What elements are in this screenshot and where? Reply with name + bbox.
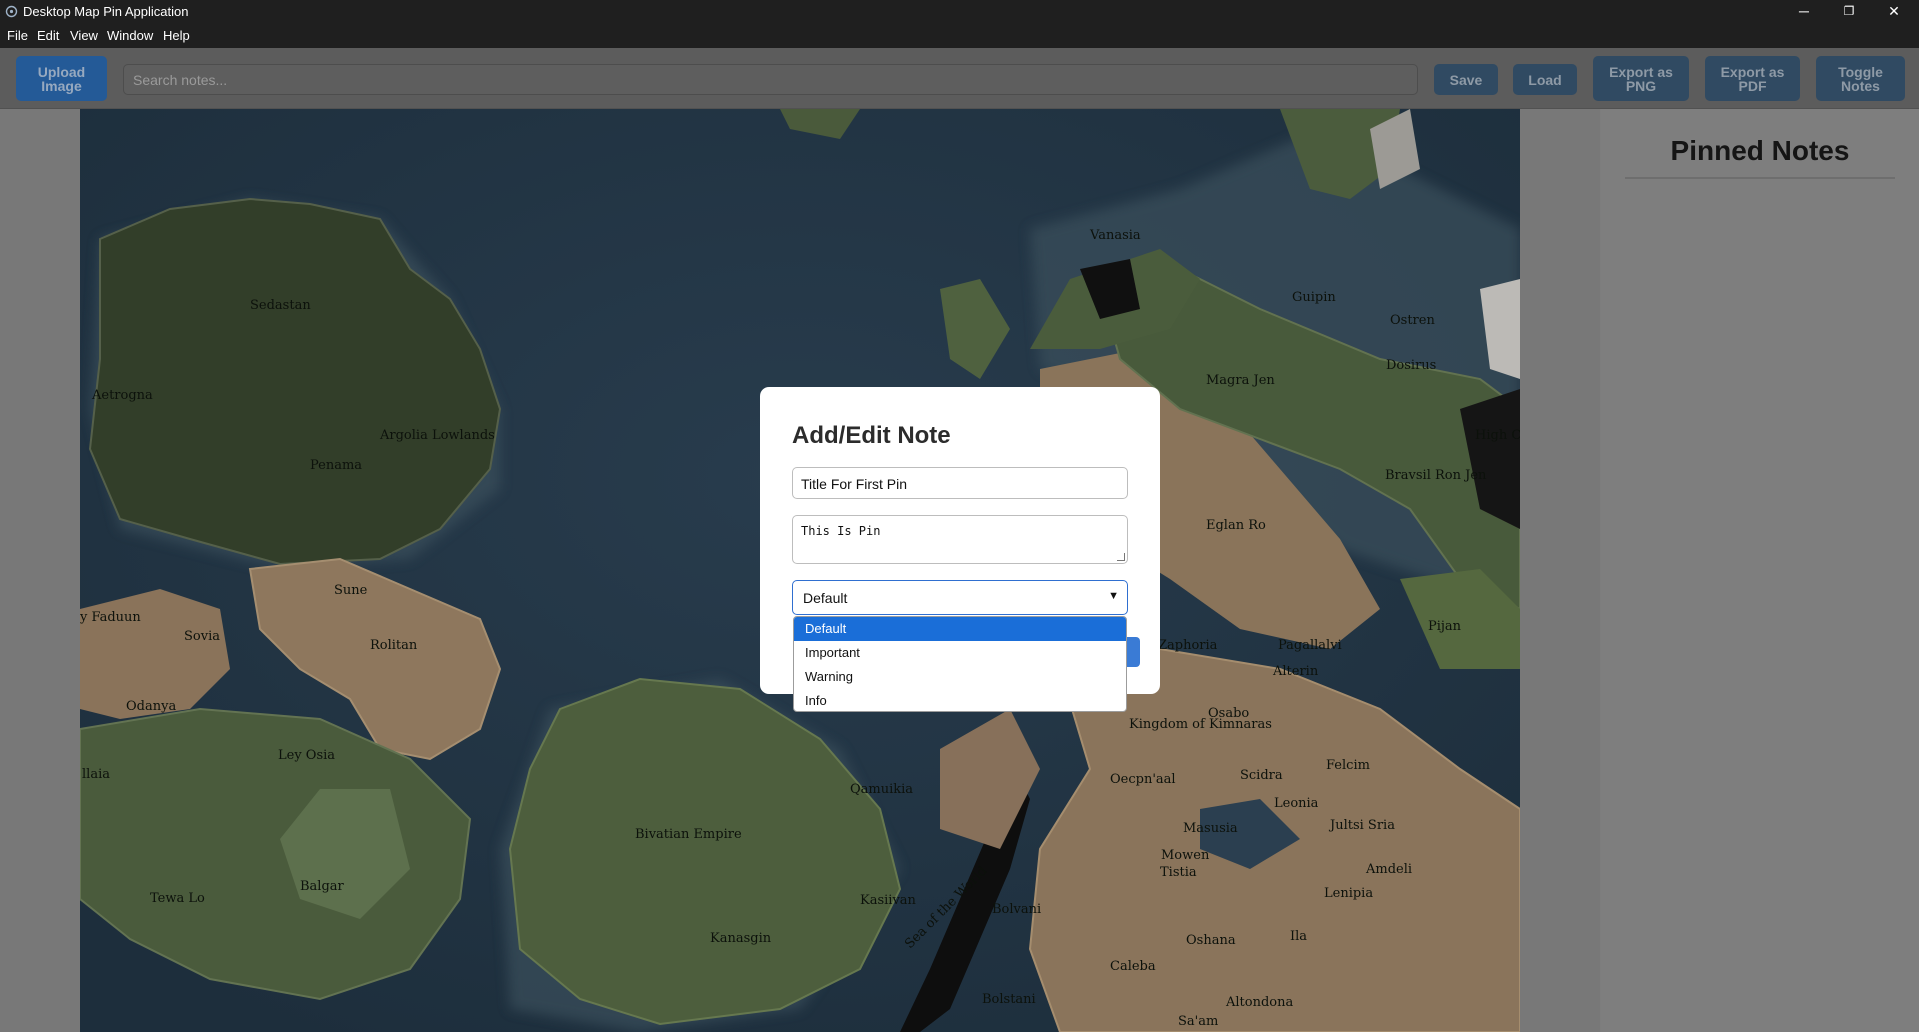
export-png-button[interactable]: Export as PNG <box>1593 56 1689 101</box>
note-type-value: Default <box>803 590 848 606</box>
menu-window[interactable]: Window <box>107 28 153 43</box>
menu-bar: File Edit View Window Help <box>0 24 1919 48</box>
divider <box>1625 177 1895 179</box>
menu-edit[interactable]: Edit <box>37 28 59 43</box>
minimize-button[interactable]: ─ <box>1781 0 1827 24</box>
note-type-select[interactable]: Default ▼ <box>792 580 1128 615</box>
close-button[interactable]: ✕ <box>1871 0 1917 24</box>
window-title: Desktop Map Pin Application <box>23 4 189 19</box>
note-body-textarea[interactable]: This Is Pin <box>792 515 1128 564</box>
resize-handle-icon[interactable] <box>1117 553 1125 561</box>
notes-panel: Pinned Notes <box>1601 109 1919 1032</box>
menu-file[interactable]: File <box>7 28 28 43</box>
upload-image-button[interactable]: Upload Image <box>16 56 107 101</box>
note-title-input[interactable]: Title For First Pin <box>792 467 1128 499</box>
option-warning[interactable]: Warning <box>794 665 1126 689</box>
app-icon <box>5 5 18 18</box>
modal-heading: Add/Edit Note <box>792 422 951 449</box>
toolbar: Upload Image Search notes... Save Load E… <box>0 48 1919 109</box>
export-pdf-button[interactable]: Export as PDF <box>1705 56 1800 101</box>
toggle-notes-button[interactable]: Toggle Notes <box>1816 56 1905 101</box>
title-bar: Desktop Map Pin Application ─ ❐ ✕ <box>0 0 1919 24</box>
menu-view[interactable]: View <box>70 28 98 43</box>
maximize-button[interactable]: ❐ <box>1826 0 1872 24</box>
save-button[interactable]: Save <box>1434 64 1498 95</box>
search-input[interactable]: Search notes... <box>123 64 1418 95</box>
notes-heading: Pinned Notes <box>1670 135 1850 166</box>
chevron-down-icon: ▼ <box>1108 590 1119 602</box>
note-body-text: This Is Pin <box>801 524 881 538</box>
load-button[interactable]: Load <box>1513 64 1577 95</box>
note-type-dropdown: Default Important Warning Info <box>793 616 1127 712</box>
option-important[interactable]: Important <box>794 641 1126 665</box>
option-info[interactable]: Info <box>794 689 1126 711</box>
menu-help[interactable]: Help <box>163 28 190 43</box>
option-default[interactable]: Default <box>794 617 1126 641</box>
